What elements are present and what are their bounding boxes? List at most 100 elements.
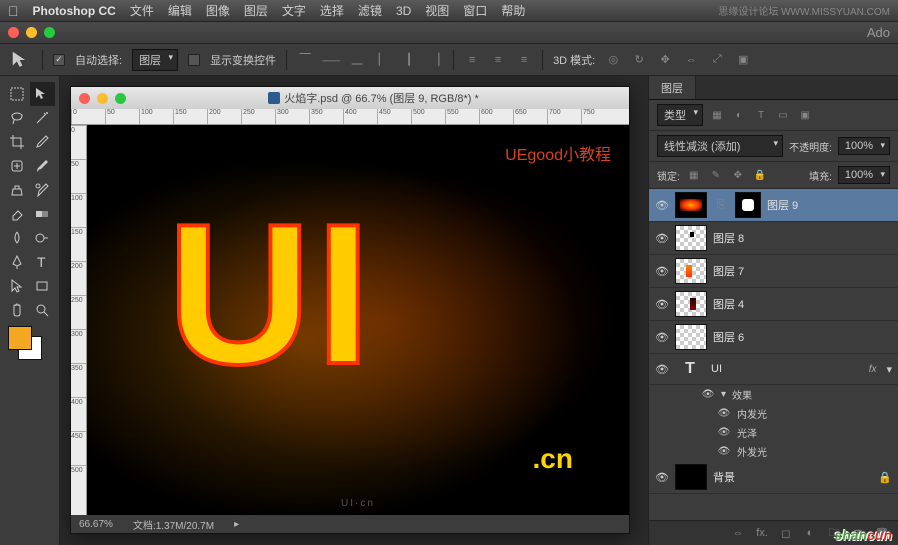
menu-type[interactable]: 文字 — [282, 2, 306, 19]
filter-pixel-icon[interactable]: ▦ — [709, 107, 725, 123]
layer-thumbnail[interactable] — [675, 324, 707, 350]
text-layer-row[interactable]: 👁 T UI fx ▾ — [649, 354, 898, 385]
eyedropper-tool[interactable] — [30, 130, 56, 154]
type-tool[interactable]: T — [30, 250, 56, 274]
layer-name[interactable]: 图层 8 — [713, 230, 892, 246]
filter-adjustment-icon[interactable]: ◐ — [731, 107, 747, 123]
visibility-toggle-icon[interactable]: 👁 — [655, 232, 669, 245]
align-bottom-icon[interactable]: ⎽ — [349, 52, 365, 68]
layer-row[interactable]: 👁 图层 8 — [649, 222, 898, 255]
menu-window[interactable]: 窗口 — [463, 2, 487, 19]
background-layer-row[interactable]: 👁 背景 🔒 — [649, 461, 898, 494]
effect-satin[interactable]: 👁 光泽 — [649, 423, 898, 442]
pen-tool[interactable] — [4, 250, 30, 274]
adjustment-layer-icon[interactable]: ◐ — [802, 525, 818, 541]
3d-scale-icon[interactable]: ⤢ — [709, 52, 725, 68]
3d-pan-icon[interactable]: ✥ — [657, 52, 673, 68]
layer-name[interactable]: 图层 4 — [713, 296, 892, 312]
fx-badge[interactable]: fx — [869, 364, 881, 375]
filter-type-icon[interactable]: T — [753, 107, 769, 123]
menu-view[interactable]: 视图 — [425, 2, 449, 19]
layer-mask-thumbnail[interactable] — [735, 192, 761, 218]
blend-mode-dropdown[interactable]: 线性减淡 (添加) — [657, 135, 783, 157]
clone-stamp-tool[interactable] — [4, 178, 30, 202]
marquee-tool[interactable] — [4, 82, 30, 106]
color-swatches[interactable] — [4, 326, 44, 366]
layer-name[interactable]: 背景 — [713, 469, 872, 485]
canvas[interactable]: UEgood小教程 UI .cn UI·cn — [87, 125, 629, 515]
effect-outer-glow[interactable]: 👁 外发光 — [649, 442, 898, 461]
layer-thumbnail[interactable] — [675, 192, 707, 218]
zoom-level[interactable]: 66.67% — [79, 519, 113, 530]
3d-camera-icon[interactable]: ▣ — [735, 52, 751, 68]
blur-tool[interactable] — [4, 226, 30, 250]
effects-header[interactable]: 👁 ▾ 效果 — [649, 385, 898, 404]
app-name[interactable]: Photoshop CC — [33, 4, 116, 18]
magic-wand-tool[interactable] — [30, 106, 56, 130]
effect-inner-glow[interactable]: 👁 内发光 — [649, 404, 898, 423]
minimize-window-button[interactable] — [26, 27, 37, 38]
document-titlebar[interactable]: 火焰字.psd @ 66.7% (图层 9, RGB/8*) * — [71, 87, 629, 109]
filter-smart-icon[interactable]: ▣ — [797, 107, 813, 123]
menu-layer[interactable]: 图层 — [244, 2, 268, 19]
eraser-tool[interactable] — [4, 202, 30, 226]
layer-row[interactable]: 👁 ⎘ 图层 9 — [649, 189, 898, 222]
3d-roll-icon[interactable]: ↻ — [631, 52, 647, 68]
visibility-toggle-icon[interactable]: 👁 — [655, 331, 669, 344]
lock-position-icon[interactable]: ✥ — [730, 167, 746, 183]
zoom-window-button[interactable] — [44, 27, 55, 38]
apple-logo-icon[interactable]:  — [8, 3, 19, 19]
visibility-toggle-icon[interactable]: 👁 — [655, 363, 669, 376]
align-top-icon[interactable]: ⎺ — [297, 52, 313, 68]
visibility-toggle-icon[interactable]: 👁 — [701, 389, 715, 400]
align-vcenter-icon[interactable]: ⸺ — [323, 52, 339, 68]
auto-select-dropdown[interactable]: 图层 — [132, 49, 178, 71]
visibility-toggle-icon[interactable]: 👁 — [655, 298, 669, 311]
menu-edit[interactable]: 编辑 — [168, 2, 192, 19]
brush-tool[interactable] — [30, 154, 56, 178]
tab-layers[interactable]: 图层 — [649, 76, 696, 99]
rectangle-tool[interactable] — [30, 274, 56, 298]
doc-close-button[interactable] — [79, 93, 90, 104]
layer-name[interactable]: UI — [711, 363, 863, 375]
filter-shape-icon[interactable]: ▭ — [775, 107, 791, 123]
layer-row[interactable]: 👁 图层 7 — [649, 255, 898, 288]
visibility-toggle-icon[interactable]: 👁 — [655, 265, 669, 278]
align-left-icon[interactable]: ▏ — [375, 52, 391, 68]
visibility-toggle-icon[interactable]: 👁 — [717, 446, 731, 457]
layer-row[interactable]: 👁 图层 4 — [649, 288, 898, 321]
menu-help[interactable]: 帮助 — [501, 2, 525, 19]
distribute-icon[interactable]: ≡ — [516, 52, 532, 68]
menu-filter[interactable]: 滤镜 — [358, 2, 382, 19]
move-tool[interactable] — [30, 82, 56, 106]
layer-thumbnail[interactable] — [675, 464, 707, 490]
menu-image[interactable]: 图像 — [206, 2, 230, 19]
3d-slide-icon[interactable]: ⇔ — [683, 52, 699, 68]
foreground-color[interactable] — [8, 326, 32, 350]
crop-tool[interactable] — [4, 130, 30, 154]
doc-zoom-button[interactable] — [115, 93, 126, 104]
vertical-ruler[interactable]: 050100150200250300350400450500 — [71, 125, 87, 515]
auto-select-checkbox[interactable]: ✓ — [53, 54, 65, 66]
visibility-toggle-icon[interactable]: 👁 — [717, 427, 731, 438]
link-layers-icon[interactable]: ⇔ — [730, 525, 746, 541]
healing-brush-tool[interactable] — [4, 154, 30, 178]
visibility-toggle-icon[interactable]: 👁 — [655, 471, 669, 484]
layer-thumbnail[interactable] — [675, 258, 707, 284]
menu-3d[interactable]: 3D — [396, 4, 411, 18]
distribute-icon[interactable]: ≡ — [490, 52, 506, 68]
opacity-input[interactable]: 100% — [838, 137, 890, 155]
layer-name[interactable]: 图层 7 — [713, 263, 892, 279]
visibility-toggle-icon[interactable]: 👁 — [655, 199, 669, 212]
horizontal-ruler[interactable]: 0501001502002503003504004505005506006507… — [71, 109, 629, 125]
layer-thumbnail[interactable] — [675, 291, 707, 317]
menu-select[interactable]: 选择 — [320, 2, 344, 19]
status-arrow-icon[interactable]: ▸ — [234, 519, 239, 530]
dodge-tool[interactable] — [30, 226, 56, 250]
gradient-tool[interactable] — [30, 202, 56, 226]
menu-file[interactable]: 文件 — [130, 2, 154, 19]
zoom-tool[interactable] — [30, 298, 56, 322]
lasso-tool[interactable] — [4, 106, 30, 130]
align-hcenter-icon[interactable]: ┃ — [401, 52, 417, 68]
3d-orbit-icon[interactable]: ◎ — [605, 52, 621, 68]
